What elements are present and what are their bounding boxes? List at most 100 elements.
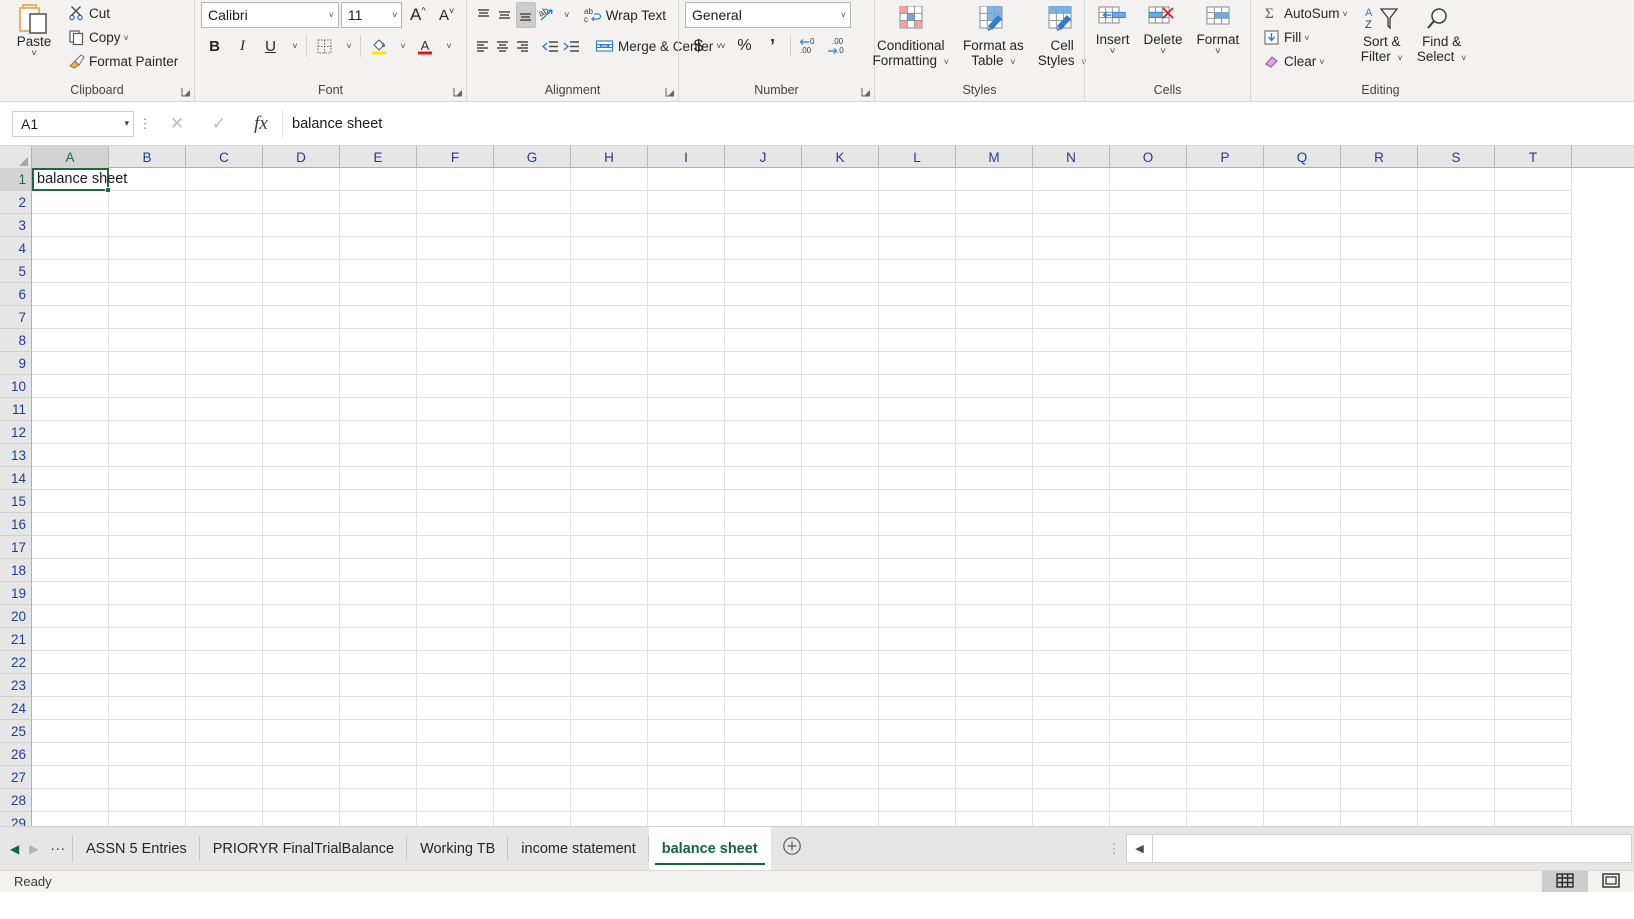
cell-Q10[interactable] bbox=[1264, 375, 1341, 398]
cell-K6[interactable] bbox=[802, 283, 879, 306]
cell-O28[interactable] bbox=[1110, 789, 1187, 812]
cell-R12[interactable] bbox=[1341, 421, 1418, 444]
cell-J26[interactable] bbox=[725, 743, 802, 766]
column-header-G[interactable]: G bbox=[494, 146, 571, 168]
row-header-4[interactable]: 4 bbox=[0, 237, 31, 260]
cell-A15[interactable] bbox=[32, 490, 109, 513]
cell-N22[interactable] bbox=[1033, 651, 1110, 674]
cell-C23[interactable] bbox=[186, 674, 263, 697]
cell-D2[interactable] bbox=[263, 191, 340, 214]
cell-J27[interactable] bbox=[725, 766, 802, 789]
cell-S27[interactable] bbox=[1418, 766, 1495, 789]
cell-B22[interactable] bbox=[109, 651, 186, 674]
cell-Q12[interactable] bbox=[1264, 421, 1341, 444]
cell-N10[interactable] bbox=[1033, 375, 1110, 398]
cell-T2[interactable] bbox=[1495, 191, 1572, 214]
cell-Q1[interactable] bbox=[1264, 168, 1341, 191]
cell-P12[interactable] bbox=[1187, 421, 1264, 444]
cell-O5[interactable] bbox=[1110, 260, 1187, 283]
font-color-dropdown-button[interactable]: ˅ bbox=[439, 33, 456, 59]
triangle-right-icon[interactable]: ▶ bbox=[29, 842, 38, 856]
cell-T24[interactable] bbox=[1495, 697, 1572, 720]
cell-H6[interactable] bbox=[571, 283, 648, 306]
sheet-tab-working-tb[interactable]: Working TB bbox=[407, 827, 509, 870]
insert-chevron-down-icon[interactable]: ˅ bbox=[1110, 47, 1116, 57]
name-box[interactable]: A1 ▾ bbox=[12, 110, 134, 137]
cell-F10[interactable] bbox=[417, 375, 494, 398]
cell-H26[interactable] bbox=[571, 743, 648, 766]
sheet-tab-assn-5-entries[interactable]: ASSN 5 Entries bbox=[73, 827, 200, 870]
column-header-A[interactable]: A bbox=[32, 146, 109, 168]
row-header-9[interactable]: 9 bbox=[0, 352, 31, 375]
cell-D14[interactable] bbox=[263, 467, 340, 490]
cell-T26[interactable] bbox=[1495, 743, 1572, 766]
cell-L16[interactable] bbox=[879, 513, 956, 536]
cell-Q15[interactable] bbox=[1264, 490, 1341, 513]
cell-N12[interactable] bbox=[1033, 421, 1110, 444]
cell-C4[interactable] bbox=[186, 237, 263, 260]
cell-N4[interactable] bbox=[1033, 237, 1110, 260]
cell-N27[interactable] bbox=[1033, 766, 1110, 789]
cell-H28[interactable] bbox=[571, 789, 648, 812]
accounting-format-button[interactable]: $ bbox=[685, 33, 712, 59]
cell-F15[interactable] bbox=[417, 490, 494, 513]
cell-F1[interactable] bbox=[417, 168, 494, 191]
cell-P29[interactable] bbox=[1187, 812, 1264, 826]
cell-T1[interactable] bbox=[1495, 168, 1572, 191]
cell-E8[interactable] bbox=[340, 329, 417, 352]
cell-C10[interactable] bbox=[186, 375, 263, 398]
column-header-S[interactable]: S bbox=[1418, 146, 1495, 168]
cell-K17[interactable] bbox=[802, 536, 879, 559]
cell-T16[interactable] bbox=[1495, 513, 1572, 536]
cell-N18[interactable] bbox=[1033, 559, 1110, 582]
cell-L12[interactable] bbox=[879, 421, 956, 444]
cell-S20[interactable] bbox=[1418, 605, 1495, 628]
row-header-29[interactable]: 29 bbox=[0, 812, 31, 827]
cell-A27[interactable] bbox=[32, 766, 109, 789]
number-dialog-launcher[interactable] bbox=[861, 87, 872, 98]
cell-E3[interactable] bbox=[340, 214, 417, 237]
cell-B21[interactable] bbox=[109, 628, 186, 651]
cancel-formula-button[interactable]: ✕ bbox=[156, 110, 198, 138]
cell-P7[interactable] bbox=[1187, 306, 1264, 329]
cell-A29[interactable] bbox=[32, 812, 109, 826]
cut-button[interactable]: Cut bbox=[62, 2, 184, 25]
cell-S9[interactable] bbox=[1418, 352, 1495, 375]
conditional-formatting-button[interactable]: Conditional Formatting ˅ bbox=[865, 2, 956, 71]
cell-K11[interactable] bbox=[802, 398, 879, 421]
cell-F27[interactable] bbox=[417, 766, 494, 789]
cell-S22[interactable] bbox=[1418, 651, 1495, 674]
cell-G25[interactable] bbox=[494, 720, 571, 743]
cell-B4[interactable] bbox=[109, 237, 186, 260]
cell-F3[interactable] bbox=[417, 214, 494, 237]
cell-H10[interactable] bbox=[571, 375, 648, 398]
cell-H22[interactable] bbox=[571, 651, 648, 674]
cell-J24[interactable] bbox=[725, 697, 802, 720]
cell-E4[interactable] bbox=[340, 237, 417, 260]
cell-K19[interactable] bbox=[802, 582, 879, 605]
cell-P6[interactable] bbox=[1187, 283, 1264, 306]
cell-E28[interactable] bbox=[340, 789, 417, 812]
select-all-button[interactable] bbox=[0, 146, 32, 168]
cell-L19[interactable] bbox=[879, 582, 956, 605]
cell-A9[interactable] bbox=[32, 352, 109, 375]
cell-A5[interactable] bbox=[32, 260, 109, 283]
cell-L3[interactable] bbox=[879, 214, 956, 237]
cell-A14[interactable] bbox=[32, 467, 109, 490]
clear-chevron-down-icon[interactable]: ˅ bbox=[1319, 57, 1324, 67]
cell-Q27[interactable] bbox=[1264, 766, 1341, 789]
cell-L11[interactable] bbox=[879, 398, 956, 421]
cell-G10[interactable] bbox=[494, 375, 571, 398]
cell-M16[interactable] bbox=[956, 513, 1033, 536]
cell-I16[interactable] bbox=[648, 513, 725, 536]
cell-M6[interactable] bbox=[956, 283, 1033, 306]
cell-J2[interactable] bbox=[725, 191, 802, 214]
cell-J8[interactable] bbox=[725, 329, 802, 352]
cell-M10[interactable] bbox=[956, 375, 1033, 398]
cell-I17[interactable] bbox=[648, 536, 725, 559]
row-header-2[interactable]: 2 bbox=[0, 191, 31, 214]
cell-G11[interactable] bbox=[494, 398, 571, 421]
cell-A20[interactable] bbox=[32, 605, 109, 628]
cell-O12[interactable] bbox=[1110, 421, 1187, 444]
cell-I23[interactable] bbox=[648, 674, 725, 697]
